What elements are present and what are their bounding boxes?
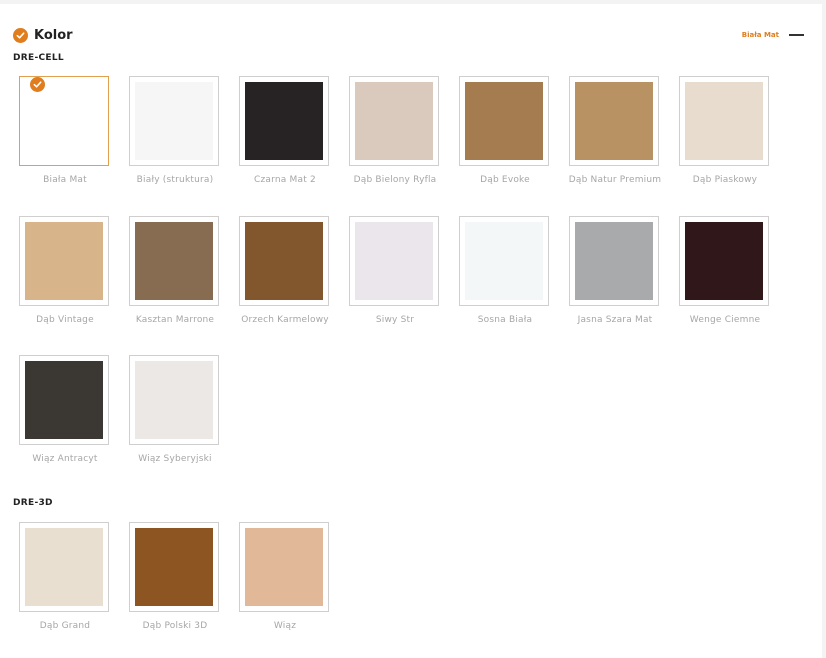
section-label: DRE-CELL <box>13 53 64 63</box>
swatch-label: Dąb Vintage <box>36 315 94 325</box>
color-swatch[interactable]: Wiąz Syberyjski <box>120 355 230 485</box>
swatch-color <box>465 82 543 160</box>
swatch-color <box>135 222 213 300</box>
check-icon <box>13 27 28 43</box>
section-title: Kolor <box>34 27 73 43</box>
color-swatch[interactable]: Sosna Biała <box>450 216 560 346</box>
swatch-label: Dąb Piaskowy <box>692 175 758 185</box>
swatch-color <box>465 222 543 300</box>
swatch-frame <box>459 76 549 166</box>
swatch-color <box>245 528 323 606</box>
swatch-label: Biały (struktura) <box>136 175 214 185</box>
color-swatch[interactable]: Dąb Bielony Ryfla <box>340 76 450 206</box>
swatch-color <box>25 222 103 300</box>
swatch-label: Wiąz Antracyt <box>32 454 98 464</box>
swatch-frame <box>19 355 109 445</box>
swatch-frame <box>349 76 439 166</box>
swatch-frame <box>19 522 109 612</box>
selected-color-name: Biała Mat <box>741 31 779 39</box>
swatch-frame <box>349 216 439 306</box>
color-swatch[interactable]: Dąb Vintage <box>10 216 120 346</box>
section-label: DRE-3D <box>13 498 53 508</box>
color-swatch[interactable]: Orzech Karmelowy <box>230 216 340 346</box>
swatch-label: Wenge Ciemne <box>689 315 761 325</box>
swatch-color <box>575 222 653 300</box>
swatch-label: Dąb Polski 3D <box>142 621 208 631</box>
color-swatch[interactable]: Dąb Piaskowy <box>670 76 780 206</box>
color-swatch[interactable]: Biały (struktura) <box>120 76 230 206</box>
swatch-frame <box>239 76 329 166</box>
swatch-frame <box>129 76 219 166</box>
color-swatch[interactable]: Dąb Evoke <box>450 76 560 206</box>
minus-icon[interactable] <box>789 34 804 36</box>
swatch-color <box>355 222 433 300</box>
swatch-color <box>135 361 213 439</box>
swatch-label: Wiąz Syberyjski <box>138 454 212 464</box>
swatch-color <box>135 82 213 160</box>
color-swatch[interactable]: Biała Mat <box>10 76 120 206</box>
color-swatch[interactable]: Wiąz Antracyt <box>10 355 120 485</box>
swatch-frame <box>239 216 329 306</box>
swatch-label: Orzech Karmelowy <box>241 315 329 325</box>
swatch-label: Wiąz <box>273 621 297 631</box>
swatch-color <box>25 528 103 606</box>
color-header: Kolor Biała Mat <box>13 26 804 44</box>
swatch-color <box>575 82 653 160</box>
swatch-frame <box>129 216 219 306</box>
swatch-color <box>25 361 103 439</box>
header-right: Biała Mat <box>742 31 804 39</box>
swatch-frame <box>19 216 109 306</box>
swatch-label: Siwy Str <box>375 315 415 325</box>
swatch-label: Jasna Szara Mat <box>577 315 653 325</box>
swatch-color <box>685 82 763 160</box>
swatch-frame <box>129 355 219 445</box>
swatch-color <box>245 82 323 160</box>
swatch-frame <box>679 76 769 166</box>
color-swatch[interactable]: Siwy Str <box>340 216 450 346</box>
swatch-label: Dąb Grand <box>39 621 91 631</box>
swatch-frame <box>459 216 549 306</box>
swatch-label: Dąb Evoke <box>480 175 530 185</box>
swatch-label: Dąb Natur Premium <box>568 175 662 185</box>
swatch-frame <box>129 522 219 612</box>
swatch-frame <box>569 76 659 166</box>
swatch-frame <box>569 216 659 306</box>
swatch-color <box>25 82 103 160</box>
color-swatch[interactable]: Kasztan Marrone <box>120 216 230 346</box>
color-swatch[interactable]: Jasna Szara Mat <box>560 216 670 346</box>
color-swatch[interactable]: Dąb Polski 3D <box>120 522 230 652</box>
color-swatch[interactable]: Wiąz <box>230 522 340 652</box>
swatch-frame <box>679 216 769 306</box>
swatch-label: Czarna Mat 2 <box>254 175 316 185</box>
check-icon <box>30 77 45 92</box>
swatch-label: Kasztan Marrone <box>135 315 215 325</box>
color-picker-panel: Kolor Biała Mat DRE-CELL Biała Mat Biały (… <box>0 4 822 658</box>
color-swatch[interactable]: Wenge Ciemne <box>670 216 780 346</box>
swatch-label: Dąb Bielony Ryfla <box>353 175 437 185</box>
color-swatch[interactable]: Dąb Natur Premium <box>560 76 670 206</box>
color-swatch[interactable]: Dąb Grand <box>10 522 120 652</box>
swatch-label: Biała Mat <box>43 175 87 185</box>
swatch-color <box>135 528 213 606</box>
swatch-label: Sosna Biała <box>477 315 533 325</box>
swatch-frame <box>239 522 329 612</box>
swatch-color <box>245 222 323 300</box>
swatch-color <box>685 222 763 300</box>
color-swatch[interactable]: Czarna Mat 2 <box>230 76 340 206</box>
swatch-color <box>355 82 433 160</box>
